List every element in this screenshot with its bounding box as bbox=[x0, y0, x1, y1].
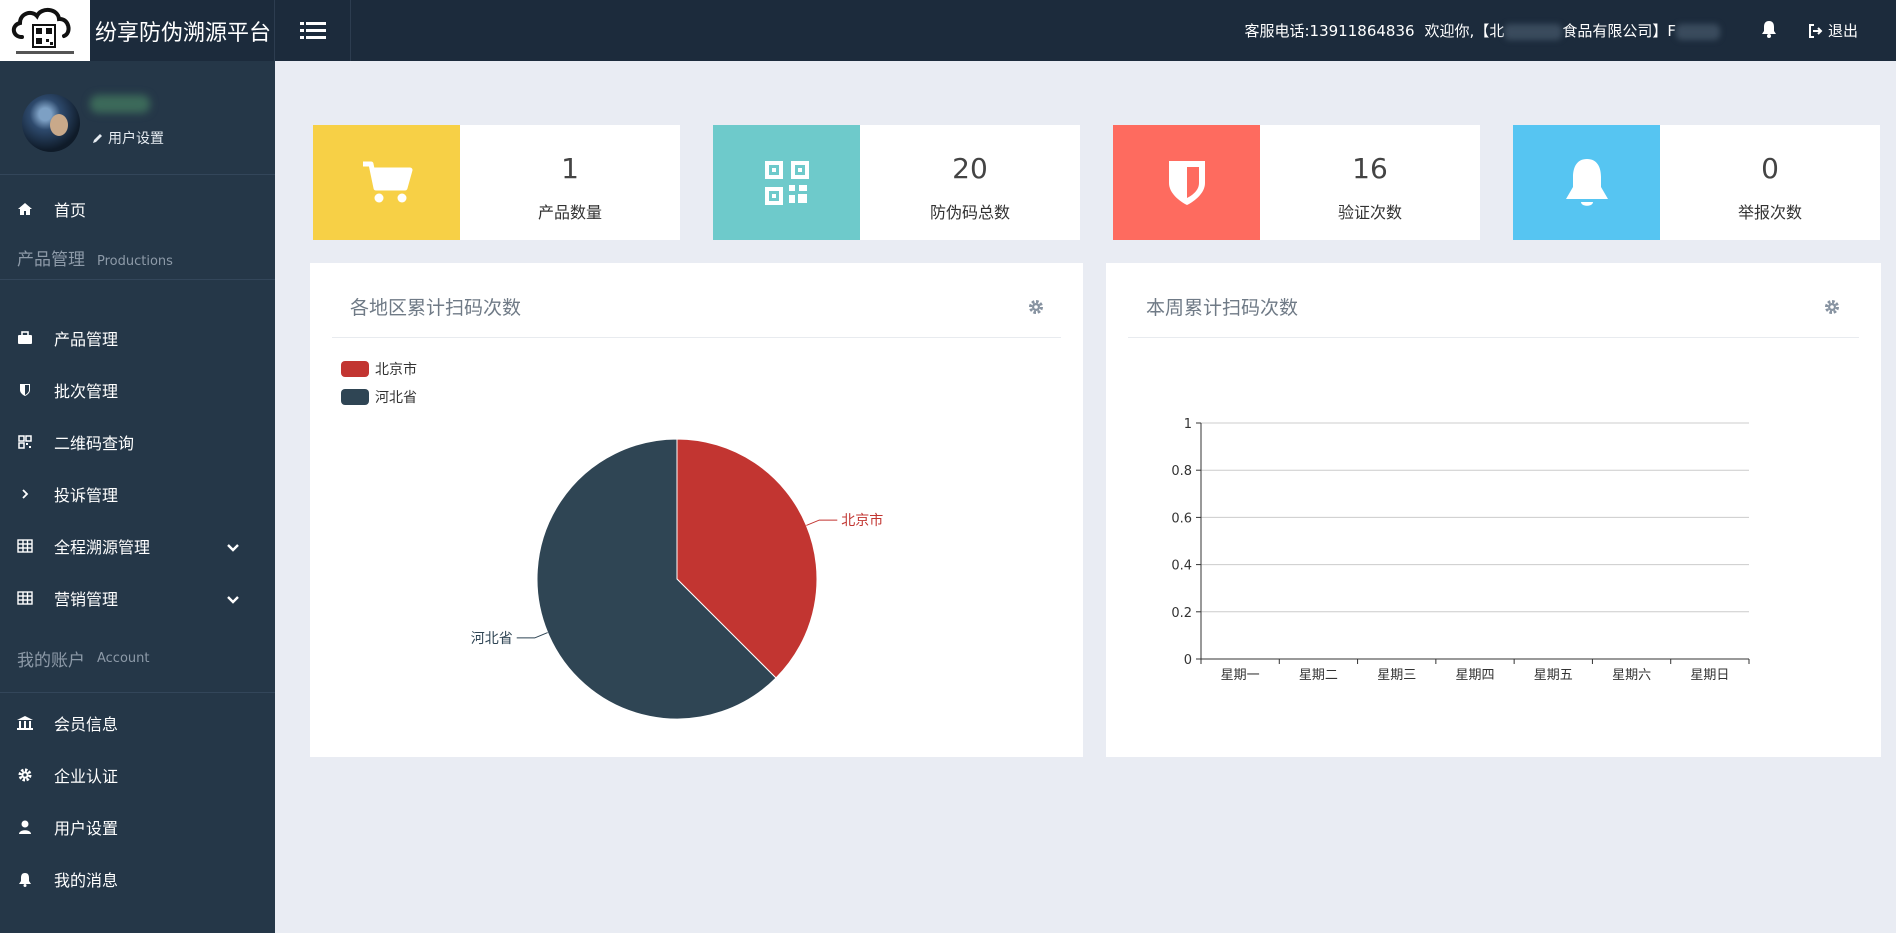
chevron-down-icon bbox=[226, 590, 240, 609]
x-tick-label: 星期四 bbox=[1455, 668, 1494, 683]
section-account: 我的账户 Account bbox=[17, 650, 150, 671]
notification-bell-icon[interactable] bbox=[1760, 20, 1778, 42]
sign-out-icon bbox=[1808, 23, 1823, 38]
y-tick-label: 0 bbox=[1184, 653, 1192, 668]
sidebar-item-batches[interactable]: 批次管理 bbox=[0, 364, 275, 416]
bell-icon bbox=[16, 872, 34, 887]
stat-label: 举报次数 bbox=[1737, 203, 1802, 222]
list-icon bbox=[299, 21, 326, 39]
redacted-company bbox=[1504, 23, 1563, 40]
bank-icon bbox=[16, 715, 34, 731]
x-tick-label: 星期一 bbox=[1221, 668, 1260, 683]
x-tick-label: 星期日 bbox=[1690, 668, 1729, 683]
app-title: 纷享防伪溯源平台 bbox=[95, 20, 272, 46]
user-icon bbox=[16, 820, 34, 835]
table-icon bbox=[16, 591, 34, 605]
stat-label: 防伪码总数 bbox=[929, 203, 1010, 222]
divider bbox=[0, 279, 275, 280]
top-right-area: 客服电话:13911864836 欢迎你,【北 食品有限公司】F 退出 bbox=[1245, 0, 1896, 61]
home-icon bbox=[16, 202, 34, 216]
user-settings-link[interactable]: 用户设置 bbox=[92, 128, 164, 148]
pie-label: 北京市 bbox=[841, 512, 883, 529]
welcome-text: 欢迎你,【北 食品有限公司】F bbox=[1425, 20, 1720, 41]
stat-card-verifications: 16 验证次数 bbox=[1113, 125, 1480, 240]
pie-label-line bbox=[516, 632, 548, 639]
pie-chart: 北京市河北省 bbox=[471, 438, 883, 720]
stat-card-reports: 0 举报次数 bbox=[1513, 125, 1880, 240]
shield-icon bbox=[16, 383, 34, 397]
y-tick-label: 0.8 bbox=[1171, 464, 1192, 479]
sidebar-item-products[interactable]: 产品管理 bbox=[0, 312, 275, 364]
sidebar-item-enterprise-cert[interactable]: 企业认证 bbox=[0, 749, 275, 801]
logo[interactable] bbox=[0, 0, 90, 61]
x-tick-label: 星期二 bbox=[1299, 668, 1338, 683]
gear-icon bbox=[16, 767, 34, 783]
x-tick-label: 星期三 bbox=[1377, 668, 1416, 683]
redacted-username bbox=[90, 95, 150, 113]
y-tick-label: 0.6 bbox=[1171, 511, 1192, 526]
sidebar-item-home[interactable]: 首页 bbox=[0, 183, 275, 235]
table-icon bbox=[16, 539, 34, 553]
user-profile: 用户设置 bbox=[0, 61, 275, 175]
chevron-down-icon bbox=[226, 538, 240, 557]
stat-value: 1 bbox=[561, 152, 579, 185]
sidebar-item-member-info[interactable]: 会员信息 bbox=[0, 697, 275, 749]
divider bbox=[0, 692, 275, 693]
x-tick-label: 星期五 bbox=[1534, 668, 1573, 683]
logout-link[interactable]: 退出 bbox=[1808, 20, 1858, 41]
y-tick-label: 1 bbox=[1184, 417, 1192, 432]
sidebar-item-traceability[interactable]: 全程溯源管理 bbox=[0, 520, 275, 572]
sidebar: 用户设置 首页 产品管理 Productions 产品管理 批次管理 二维码查询… bbox=[0, 61, 275, 933]
bell-icon bbox=[1513, 125, 1660, 240]
y-tick-label: 0.4 bbox=[1171, 559, 1192, 574]
stat-value: 16 bbox=[1352, 152, 1388, 185]
stat-value: 20 bbox=[952, 152, 988, 185]
shield-icon bbox=[1113, 125, 1260, 240]
stat-label: 产品数量 bbox=[537, 203, 602, 222]
section-products: 产品管理 Productions bbox=[17, 250, 173, 270]
line-chart: 0 0.2 0.4 0.6 0.8 1 星期一 星期二 星期三 星期四 星期五 星期六 星期日 bbox=[1171, 417, 1750, 683]
support-phone: 客服电话:13911864836 bbox=[1244, 22, 1415, 40]
qrcode-icon bbox=[16, 435, 34, 449]
redacted-user bbox=[1675, 23, 1720, 40]
avatar[interactable] bbox=[22, 94, 80, 152]
sidebar-item-qrcode[interactable]: 二维码查询 bbox=[0, 416, 275, 468]
brand: 纷享防伪溯源平台 bbox=[0, 0, 275, 61]
chevron-right-icon bbox=[16, 488, 34, 500]
menu-toggle-button[interactable] bbox=[275, 0, 351, 61]
sidebar-item-complaints[interactable]: 投诉管理 bbox=[0, 468, 275, 520]
cart-icon bbox=[313, 125, 460, 240]
qrcode-icon bbox=[713, 125, 860, 240]
pie-label: 河北省 bbox=[471, 631, 513, 647]
region-scan-panel: 各地区累计扫码次数 北京市 河北省 北京市 河北省 bbox=[310, 263, 1083, 757]
top-bar: 纷享防伪溯源平台 客服电话:13911864836 欢迎你,【北 食品有限公司】F… bbox=[0, 0, 1896, 61]
sidebar-item-messages[interactable]: 我的消息 bbox=[0, 853, 275, 905]
stat-label: 验证次数 bbox=[1337, 203, 1402, 222]
y-tick-label: 0.2 bbox=[1171, 606, 1192, 621]
sidebar-item-marketing[interactable]: 营销管理 bbox=[0, 572, 275, 624]
pencil-icon bbox=[93, 134, 102, 143]
pie-label-line bbox=[806, 519, 838, 526]
briefcase-icon bbox=[16, 331, 34, 345]
sidebar-item-user-settings[interactable]: 用户设置 bbox=[0, 801, 275, 853]
x-tick-label: 星期六 bbox=[1612, 668, 1651, 683]
stat-card-products: 1 产品数量 bbox=[313, 125, 680, 240]
stat-value: 0 bbox=[1761, 152, 1779, 185]
weekly-scan-panel: 本周累计扫码次数 0 0.2 0.4 0.6 0.8 1 星期一 星期二 星期三 星期四 星期五 星期… bbox=[1106, 263, 1881, 757]
stat-card-codes: 20 防伪码总数 bbox=[713, 125, 1080, 240]
